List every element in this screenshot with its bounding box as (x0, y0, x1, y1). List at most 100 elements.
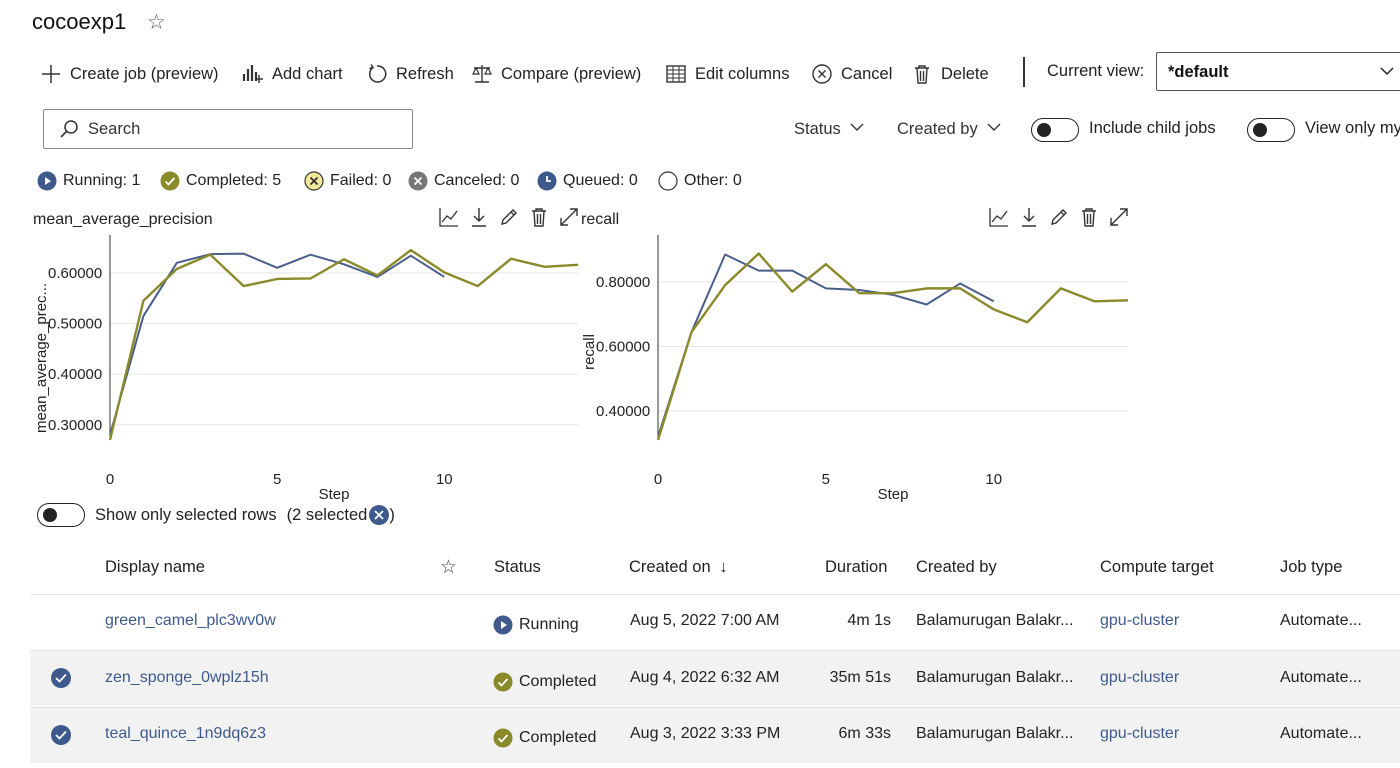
favorite-star-icon[interactable]: ☆ (147, 10, 166, 35)
current-view-select[interactable]: *default (1156, 52, 1400, 91)
job-duration: 6m 33s (838, 725, 891, 742)
x-axis-label: Step (319, 486, 350, 503)
col-header-status[interactable]: Status (494, 558, 541, 577)
sort-down-arrow-icon: ↓ (719, 558, 728, 576)
x-tick-label: 10 (436, 471, 453, 488)
completed-check-icon (493, 672, 513, 692)
status-filter-label: Status (794, 120, 841, 138)
star-column-icon[interactable]: ☆ (440, 556, 457, 579)
job-compute-target-link[interactable]: gpu-cluster (1100, 725, 1179, 743)
x-tick-label: 5 (822, 471, 830, 488)
job-compute-target-link[interactable]: gpu-cluster (1100, 612, 1179, 630)
compare-button[interactable]: Compare (preview) (471, 60, 641, 88)
search-input[interactable]: Search (43, 109, 413, 149)
status-other-filter[interactable]: Other: 0 (658, 171, 742, 191)
other-circle-icon (658, 171, 678, 191)
create-job-button[interactable]: Create job (preview) (40, 60, 219, 88)
line-chart-icon[interactable] (988, 206, 1010, 228)
status-running-label: Running: 1 (63, 172, 141, 189)
expand-icon[interactable] (558, 206, 580, 228)
expand-icon[interactable] (1108, 206, 1130, 228)
job-status-label: Completed (519, 673, 597, 690)
job-type: Automate... (1280, 725, 1362, 742)
status-queued-filter[interactable]: Queued: 0 (537, 171, 638, 191)
status-completed-label: Completed: 5 (186, 172, 282, 189)
chevron-down-icon (1379, 63, 1395, 84)
col-header-duration[interactable]: Duration (825, 558, 887, 577)
col-header-created-by[interactable]: Created by (916, 558, 997, 577)
table-row[interactable]: teal_quince_1n9dq6z3 Completed Aug 3, 20… (30, 708, 1400, 763)
download-icon[interactable] (468, 206, 490, 228)
table-row[interactable]: green_camel_plc3wv0w Running Aug 5, 2022… (30, 595, 1400, 650)
col-header-created-on[interactable]: Created on ↓ (629, 558, 727, 577)
line-chart-icon[interactable] (438, 206, 460, 228)
download-icon[interactable] (1018, 206, 1040, 228)
refresh-button[interactable]: Refresh (366, 60, 454, 88)
x-tick-label: 5 (273, 471, 281, 488)
created-by-filter[interactable]: Created by (897, 119, 1002, 140)
delete-button[interactable]: Delete (911, 60, 989, 88)
status-failed-label: Failed: 0 (330, 172, 392, 189)
x-tick-label: 0 (654, 471, 662, 488)
y-axis-label: mean_average_prec... (33, 283, 50, 433)
running-play-icon (37, 171, 57, 191)
edit-columns-button[interactable]: Edit columns (665, 60, 789, 88)
job-compute-target-link[interactable]: gpu-cluster (1100, 669, 1179, 687)
refresh-label: Refresh (396, 64, 454, 83)
scale-icon (471, 63, 493, 85)
include-child-jobs-label: Include child jobs (1089, 119, 1216, 137)
job-type: Automate... (1280, 612, 1362, 629)
job-name-link[interactable]: teal_quince_1n9dq6z3 (105, 725, 266, 743)
selected-count-close: ) (389, 505, 395, 524)
trash-icon[interactable] (1078, 206, 1100, 228)
table-row[interactable]: zen_sponge_0wplz15h Completed Aug 4, 202… (30, 651, 1400, 706)
search-placeholder: Search (88, 119, 141, 138)
show-selected-rows: Show only selected rows (2 selected ) (95, 505, 395, 525)
col-header-display-name[interactable]: Display name (105, 558, 205, 577)
x-tick-label: 0 (106, 471, 114, 488)
show-selected-rows-label: Show only selected rows (95, 505, 277, 524)
edit-pencil-icon[interactable] (498, 206, 520, 228)
show-selected-rows-toggle[interactable] (37, 503, 85, 527)
completed-check-icon (160, 171, 180, 191)
status-failed-filter[interactable]: Failed: 0 (304, 171, 391, 191)
job-created-by: Balamurugan Balakr... (916, 612, 1074, 629)
current-view-value: *default (1168, 63, 1229, 81)
completed-check-icon (493, 728, 513, 748)
col-header-job-type[interactable]: Job type (1280, 558, 1342, 577)
job-status: Completed (493, 672, 596, 692)
row-selected-check-icon[interactable] (51, 668, 71, 688)
search-icon (58, 118, 80, 140)
status-running-filter[interactable]: Running: 1 (37, 171, 140, 191)
y-tick-label: 0.50000 (48, 316, 102, 333)
job-name-link[interactable]: green_camel_plc3wv0w (105, 612, 276, 630)
plus-icon (40, 63, 62, 85)
trash-icon[interactable] (528, 206, 550, 228)
y-tick-label: 0.40000 (48, 366, 102, 383)
add-chart-button[interactable]: Add chart (242, 60, 343, 88)
experiment-title: cocoexp1 (32, 9, 127, 34)
trash-icon (911, 63, 933, 85)
cancel-button[interactable]: Cancel (811, 60, 892, 88)
failed-x-icon (304, 171, 324, 191)
canceled-x-icon (408, 171, 428, 191)
delete-label: Delete (941, 64, 989, 83)
status-filter[interactable]: Status (794, 119, 865, 140)
col-header-compute-target[interactable]: Compute target (1100, 558, 1214, 577)
status-completed-filter[interactable]: Completed: 5 (160, 171, 281, 191)
created-by-filter-label: Created by (897, 120, 978, 138)
edit-pencil-icon[interactable] (1048, 206, 1070, 228)
row-selected-check-icon[interactable] (51, 725, 71, 745)
refresh-icon (366, 63, 388, 85)
view-only-mine-toggle[interactable] (1247, 118, 1295, 142)
status-other-label: Other: 0 (684, 172, 742, 189)
y-tick-label: 0.80000 (596, 274, 650, 291)
running-play-icon (493, 615, 513, 635)
y-tick-label: 0.60000 (596, 338, 650, 355)
job-type: Automate... (1280, 669, 1362, 686)
status-canceled-filter[interactable]: Canceled: 0 (408, 171, 519, 191)
clear-selection-icon[interactable] (369, 505, 390, 525)
job-name-link[interactable]: zen_sponge_0wplz15h (105, 669, 269, 687)
chevron-down-icon (986, 119, 1002, 140)
include-child-jobs-toggle[interactable] (1031, 118, 1079, 142)
